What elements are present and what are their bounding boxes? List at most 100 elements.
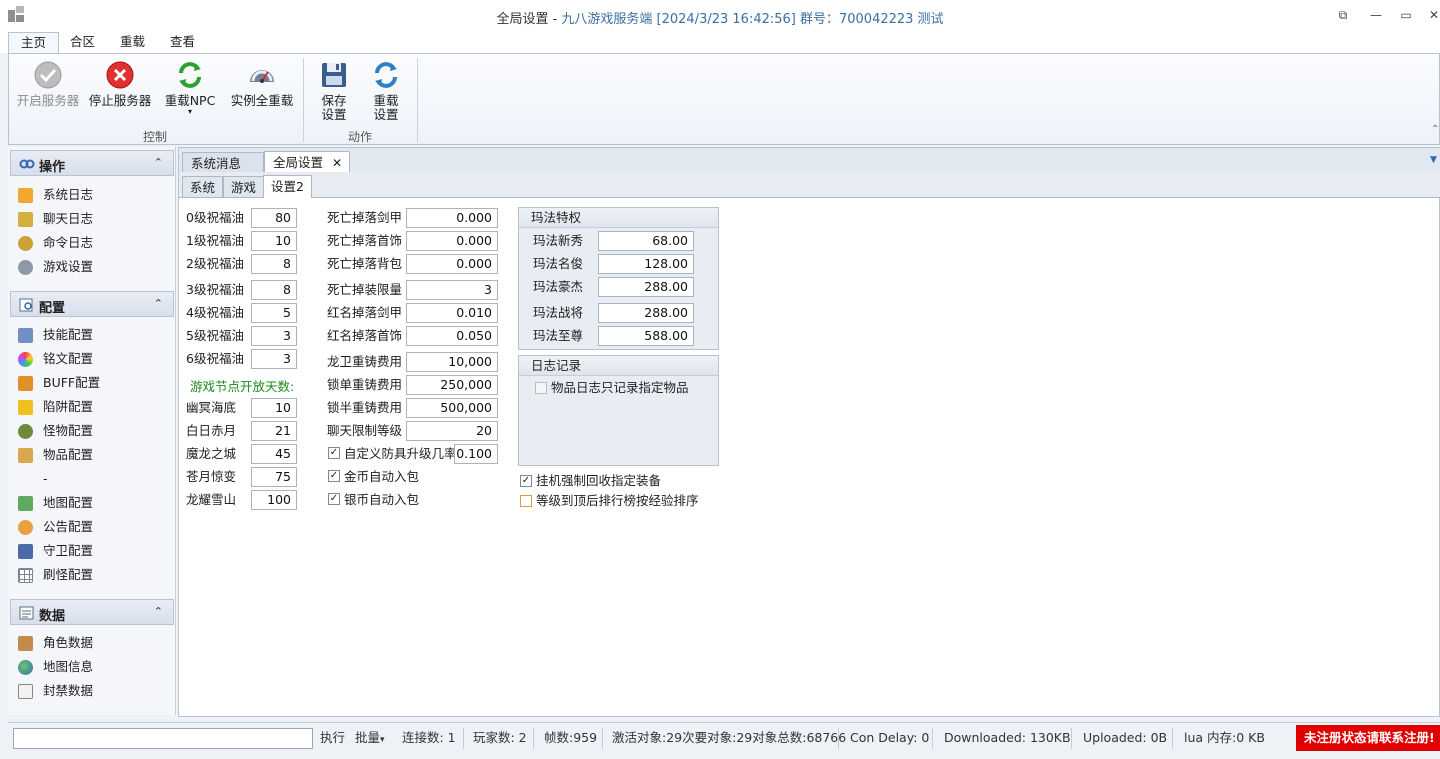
mafa-tier-input[interactable]: 588.00: [598, 326, 694, 346]
sidebar-item-character-data[interactable]: 角色数据: [18, 632, 168, 654]
mafa-tier-input[interactable]: 288.00: [598, 277, 694, 297]
batch-dropdown[interactable]: 批量▾: [355, 723, 385, 754]
bless-oil-3-input[interactable]: 8: [251, 280, 297, 300]
sidebar-item-system-log[interactable]: 系统日志: [18, 184, 168, 206]
close-button[interactable]: ✕: [1424, 7, 1440, 23]
sidebar-item-item-config[interactable]: 物品配置: [18, 444, 168, 466]
reload-npc-button[interactable]: 重载NPC ▾: [161, 58, 219, 124]
level-rank-checkbox[interactable]: [520, 495, 532, 507]
afk-recycle-checkbox[interactable]: ✓: [520, 475, 532, 487]
tab-list-dropdown-icon[interactable]: ▼: [1430, 155, 1437, 165]
sidebar-section-title: 配置: [39, 301, 66, 316]
death-drop-jewelry-input[interactable]: 0.000: [406, 231, 498, 251]
sidebar-item-command-log[interactable]: 命令日志: [18, 232, 168, 254]
sidebar-section-operations[interactable]: 操作 ⌃: [10, 150, 174, 176]
grid-icon: [18, 568, 33, 583]
guard-icon: [18, 544, 33, 559]
bless-oil-0-input[interactable]: 80: [251, 208, 297, 228]
ribbon-collapse-icon[interactable]: ⌃: [1431, 124, 1439, 135]
sidebar-item-ban-data[interactable]: 封禁数据: [18, 680, 168, 702]
dragon-guard-recast-input[interactable]: 10,000: [406, 352, 498, 372]
status-separator: [1071, 728, 1072, 749]
sidebar-section-data[interactable]: 数据 ⌃: [10, 599, 174, 625]
tab-view[interactable]: 查看: [158, 32, 207, 53]
maximize-button[interactable]: ▭: [1396, 7, 1416, 23]
tab-reload[interactable]: 重载: [108, 32, 157, 53]
chevron-up-icon[interactable]: ⌃: [154, 297, 163, 310]
sidebar-item-trap-config[interactable]: 陷阱配置: [18, 396, 168, 418]
restore-icon[interactable]: ⧉: [1333, 7, 1353, 23]
sidebar-item-separator[interactable]: -: [18, 468, 168, 490]
settings-subtab-strip: [179, 172, 1440, 198]
sidebar-item-announce-config[interactable]: 公告配置: [18, 516, 168, 538]
reload-npc-label: 重载NPC: [164, 93, 216, 108]
lock-single-recast-input[interactable]: 250,000: [406, 375, 498, 395]
sidebar-item-skill-config[interactable]: 技能配置: [18, 324, 168, 346]
tab-home[interactable]: 主页: [8, 32, 60, 54]
sidebar-item-inscription-config[interactable]: 铭文配置: [18, 348, 168, 370]
sidebar-item-label: -: [43, 471, 48, 486]
bless-oil-6-input[interactable]: 3: [251, 349, 297, 369]
sidebar-item-game-settings[interactable]: 游戏设置: [18, 256, 168, 278]
instance-reload-label: 实例全重载: [230, 93, 294, 108]
sidebar-item-label: 公告配置: [43, 519, 94, 534]
sidebar-item-monster-config[interactable]: 怪物配置: [18, 420, 168, 442]
sidebar-item-chat-log[interactable]: 聊天日志: [18, 208, 168, 230]
save-settings-button[interactable]: 保存 设置: [311, 58, 357, 124]
lock-half-recast-input[interactable]: 500,000: [406, 398, 498, 418]
bless-oil-1-input[interactable]: 10: [251, 231, 297, 251]
subtab-settings2[interactable]: 设置2: [263, 175, 312, 198]
gold-auto-bag-checkbox[interactable]: ✓: [328, 470, 340, 482]
chevron-up-icon[interactable]: ⌃: [154, 156, 163, 169]
node-day-input[interactable]: 75: [251, 467, 297, 487]
sidebar-item-buff-config[interactable]: BUFF配置: [18, 372, 168, 394]
node-day-input[interactable]: 45: [251, 444, 297, 464]
status-separator: [463, 728, 464, 749]
sidebar-item-map-info[interactable]: 地图信息: [18, 656, 168, 678]
sidebar-item-spawn-config[interactable]: 刷怪配置: [18, 564, 168, 586]
mafa-tier-input[interactable]: 128.00: [598, 254, 694, 274]
minimize-button[interactable]: —: [1366, 7, 1386, 23]
subtab-game[interactable]: 游戏: [223, 176, 265, 198]
silver-auto-bag-checkbox[interactable]: ✓: [328, 493, 340, 505]
tab-merge[interactable]: 合区: [58, 32, 107, 53]
chat-level-limit-input[interactable]: 20: [406, 421, 498, 441]
stop-server-button[interactable]: 停止服务器: [87, 58, 153, 124]
sidebar-item-guard-config[interactable]: 守卫配置: [18, 540, 168, 562]
death-drop-limit-input[interactable]: 3: [406, 280, 498, 300]
sidebar-item-map-config[interactable]: 地图配置: [18, 492, 168, 514]
bless-oil-5-input[interactable]: 3: [251, 326, 297, 346]
subtab-system[interactable]: 系统: [182, 176, 224, 198]
afk-recycle-label: 挂机强制回收指定装备: [536, 473, 662, 488]
command-input[interactable]: [13, 728, 313, 749]
dropdown-arrow-icon: ▾: [187, 107, 192, 116]
data-list-icon: [19, 606, 35, 620]
node-day-input[interactable]: 21: [251, 421, 297, 441]
mafa-tier-input[interactable]: 68.00: [598, 231, 694, 251]
close-tab-icon[interactable]: ✕: [332, 152, 342, 174]
mafa-tier-input[interactable]: 288.00: [598, 303, 694, 323]
execute-button[interactable]: 执行: [320, 723, 345, 754]
mafa-tier-label: 玛法战将: [533, 305, 584, 320]
instance-reload-button[interactable]: 实例全重载: [227, 58, 297, 124]
bless-oil-1-label: 1级祝福油: [186, 233, 244, 248]
custom-armor-checkbox[interactable]: ✓: [328, 447, 340, 459]
bless-oil-5-label: 5级祝福油: [186, 328, 244, 343]
death-drop-bag-input[interactable]: 0.000: [406, 254, 498, 274]
bless-oil-4-input[interactable]: 5: [251, 303, 297, 323]
log-panel-title: 日志记录: [519, 356, 718, 376]
reload-settings-button[interactable]: 重载 设置: [363, 58, 409, 124]
death-drop-armor-input[interactable]: 0.000: [406, 208, 498, 228]
bless-oil-2-input[interactable]: 8: [251, 254, 297, 274]
sidebar-item-label: 命令日志: [43, 235, 94, 250]
start-server-button[interactable]: 开启服务器: [15, 58, 81, 124]
unregistered-warning[interactable]: 未注册状态请联系注册!: [1296, 725, 1440, 751]
red-drop-jewelry-input[interactable]: 0.050: [406, 326, 498, 346]
node-day-input[interactable]: 100: [251, 490, 297, 510]
sidebar-section-config[interactable]: 配置 ⌃: [10, 291, 174, 317]
chevron-up-icon[interactable]: ⌃: [154, 605, 163, 618]
custom-armor-input[interactable]: 0.100: [454, 444, 498, 464]
red-drop-armor-input[interactable]: 0.010: [406, 303, 498, 323]
node-day-input[interactable]: 10: [251, 398, 297, 418]
item-log-checkbox[interactable]: [535, 382, 547, 394]
